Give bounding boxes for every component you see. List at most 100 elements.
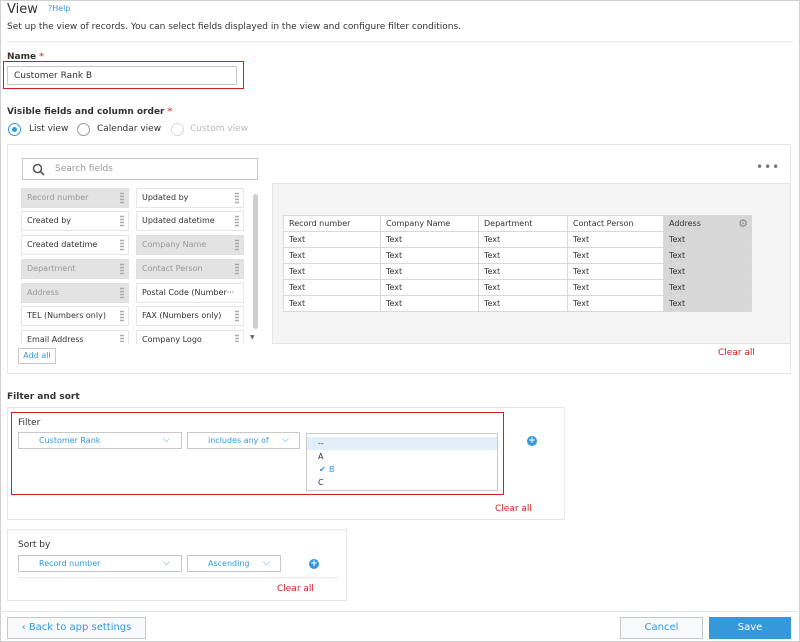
drag-handle-icon (235, 310, 239, 322)
table-row: Text Text Text Text Text (283, 231, 752, 248)
chevron-left-icon: ‹ (21, 622, 29, 633)
field-item-updated-by[interactable]: Updated by (136, 188, 244, 208)
clear-all-filters-link[interactable]: Clear all (495, 504, 532, 514)
field-item-company-logo[interactable]: Company Logo (136, 330, 244, 344)
drag-handle-icon (120, 215, 124, 227)
name-highlight-box (3, 61, 244, 89)
page-title: View (7, 2, 38, 17)
table-cell: Text (380, 247, 479, 264)
clear-all-sort-link[interactable]: Clear all (277, 584, 314, 594)
sort-label: Sort by (18, 540, 51, 550)
drag-handle-icon (235, 215, 239, 227)
field-item-created-datetime[interactable]: Created datetime (21, 235, 129, 255)
cancel-button[interactable]: Cancel (620, 617, 703, 639)
drag-handle-icon (120, 263, 124, 275)
required-mark: * (167, 107, 173, 117)
table-cell: Text (663, 247, 752, 264)
custom-view-radio (171, 123, 184, 136)
table-cell: Text (380, 231, 479, 248)
list-preview-table: Record number Company Name Department Co… (283, 215, 752, 312)
table-cell: Text (663, 295, 752, 312)
table-cell: Text (380, 295, 479, 312)
calendar-view-radio[interactable] (77, 123, 90, 136)
table-row: Text Text Text Text Text (283, 247, 752, 264)
gear-icon[interactable]: ⚙ (738, 217, 748, 230)
drag-handle-icon (235, 192, 239, 204)
search-fields-input[interactable] (53, 161, 248, 177)
chevron-down-icon: ⌵ (163, 558, 170, 568)
table-cell: Text (567, 231, 664, 248)
table-cell: Text (283, 279, 381, 296)
field-item-department[interactable]: Department (21, 259, 129, 279)
column-header[interactable]: Company Name (380, 215, 479, 232)
list-view-radio[interactable] (8, 123, 21, 136)
drag-handle-icon (120, 334, 124, 342)
field-item-record-number[interactable]: Record number (21, 188, 129, 208)
field-item-email-address[interactable]: Email Address (21, 330, 129, 344)
drag-handle-icon (120, 310, 124, 322)
table-cell: Text (283, 263, 381, 280)
filter-sort-label: Filter and sort (7, 392, 80, 402)
drag-handle-icon (120, 287, 124, 299)
table-cell: Text (478, 247, 568, 264)
list-view-label[interactable]: List view (29, 124, 68, 134)
more-options-icon[interactable]: ••• (756, 160, 780, 174)
field-item-postal-code[interactable]: Postal Code (Number··· (136, 283, 244, 303)
drag-handle-icon (235, 239, 239, 251)
calendar-view-label[interactable]: Calendar view (97, 124, 161, 134)
column-header[interactable]: Contact Person (567, 215, 664, 232)
add-all-button[interactable]: Add all (18, 348, 56, 364)
column-header-selected[interactable]: Address ⚙ (663, 215, 752, 232)
search-icon (32, 163, 45, 176)
help-link[interactable]: ?Help (48, 4, 70, 13)
table-cell: Text (663, 279, 752, 296)
sort-field-select[interactable]: Record number ⌵ (18, 555, 182, 572)
field-search-box[interactable] (22, 158, 258, 180)
drag-handle-icon (120, 192, 124, 204)
field-item-company-name[interactable]: Company Name (136, 235, 244, 255)
back-to-app-settings-button[interactable]: ‹ Back to app settings (7, 617, 146, 639)
column-header[interactable]: Department (478, 215, 568, 232)
drag-handle-icon (235, 263, 239, 275)
save-button[interactable]: Save (709, 617, 791, 639)
table-cell: Text (283, 295, 381, 312)
visible-fields-label: Visible fields and column order * (7, 107, 173, 117)
header-divider (7, 41, 793, 42)
table-cell: Text (663, 231, 752, 248)
field-item-updated-datetime[interactable]: Updated datetime (136, 211, 244, 231)
field-item-tel[interactable]: TEL (Numbers only) (21, 306, 129, 326)
table-cell: Text (478, 231, 568, 248)
table-cell: Text (663, 263, 752, 280)
table-cell: Text (283, 247, 381, 264)
clear-all-columns-link[interactable]: Clear all (718, 348, 755, 358)
table-cell: Text (567, 295, 664, 312)
table-cell: Text (567, 279, 664, 296)
table-cell: Text (567, 247, 664, 264)
drag-handle-icon (120, 239, 124, 251)
scroll-down-icon[interactable]: ▼ (250, 334, 255, 341)
field-item-fax[interactable]: FAX (Numbers only) (136, 306, 244, 326)
column-header[interactable]: Record number (283, 215, 381, 232)
table-row: Text Text Text Text Text (283, 263, 752, 280)
custom-view-label: Custom view (190, 124, 249, 134)
drag-handle-icon (235, 334, 239, 342)
sort-divider (18, 577, 338, 578)
table-cell: Text (380, 263, 479, 280)
field-item-created-by[interactable]: Created by (21, 211, 129, 231)
chevron-down-icon: ⌵ (263, 558, 270, 568)
table-header-row: Record number Company Name Department Co… (283, 215, 752, 232)
field-item-contact-person[interactable]: Contact Person (136, 259, 244, 279)
add-sort-icon[interactable]: + (309, 559, 319, 569)
field-item-address[interactable]: Address (21, 283, 129, 303)
table-row: Text Text Text Text Text (283, 295, 752, 312)
table-cell: Text (478, 279, 568, 296)
table-cell: Text (283, 231, 381, 248)
footer-divider (0, 611, 800, 612)
table-cell: Text (380, 279, 479, 296)
field-list-scrollbar[interactable] (253, 194, 258, 329)
sort-order-select[interactable]: Ascending ⌵ (187, 555, 281, 572)
table-cell: Text (567, 263, 664, 280)
table-cell: Text (478, 263, 568, 280)
page-subtitle: Set up the view of records. You can sele… (7, 22, 462, 32)
add-filter-icon[interactable]: + (527, 436, 537, 446)
